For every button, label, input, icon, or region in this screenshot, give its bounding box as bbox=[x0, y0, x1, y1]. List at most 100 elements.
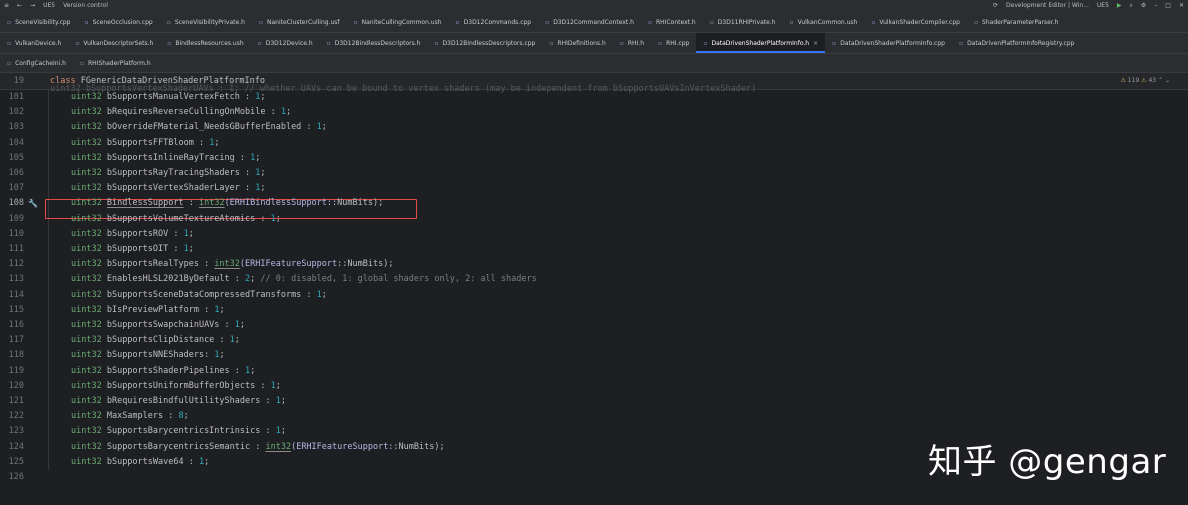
code-line[interactable]: 118 uint32 bSupportsNNEShaders: 1; bbox=[0, 348, 1188, 363]
file-tab[interactable]: ▫ DataDrivenShaderPlatformInfo.h × bbox=[696, 33, 826, 53]
chevron-up-icon[interactable]: ⌃ bbox=[1158, 77, 1163, 84]
file-tab[interactable]: ▫ D3D12Commands.cpp bbox=[449, 12, 539, 32]
code-line[interactable]: 121 uint32 bRequiresBindfulUtilityShaders… bbox=[0, 394, 1188, 409]
close-icon[interactable]: ✕ bbox=[1175, 0, 1188, 12]
code-line[interactable]: 114 uint32 bSupportsSceneDataCompressedTr… bbox=[0, 288, 1188, 303]
file-tab[interactable]: ▫ RHIContext.h bbox=[641, 12, 703, 32]
file-tab[interactable]: ▫ BindlessResources.ush bbox=[160, 33, 250, 53]
code-line[interactable]: 111 uint32 bSupportsOIT : 1; bbox=[0, 242, 1188, 257]
code-line[interactable]: 109 uint32 bSupportsVolumeTextureAtomics … bbox=[0, 212, 1188, 227]
code-token: ; bbox=[275, 213, 281, 224]
maximize-icon[interactable]: □ bbox=[1161, 0, 1175, 12]
file-tab[interactable]: ▫ VulkanDevice.h bbox=[0, 33, 68, 53]
close-tab-icon[interactable]: × bbox=[813, 40, 818, 47]
code-line[interactable]: 101 uint32 bSupportsManualVertexFetch : 1… bbox=[0, 90, 1188, 105]
code-token: (ERHIFeatureSupport:: bbox=[291, 441, 399, 452]
code-line[interactable]: 106 uint32 bSupportsRayTracingShaders : 1… bbox=[0, 166, 1188, 181]
code-line[interactable]: 102 uint32 bRequiresReverseCullingOnMobil… bbox=[0, 105, 1188, 120]
file-tab[interactable]: ▫ DataDrivenPlatformInfoRegistry.cpp bbox=[952, 33, 1081, 53]
line-number: 124 bbox=[8, 441, 24, 452]
file-tab[interactable]: ▫ ConfigCacheIni.h bbox=[0, 54, 73, 72]
file-tab-label: VulkanCommon.ush bbox=[797, 18, 858, 26]
code-token: ); bbox=[372, 198, 384, 209]
code-line[interactable]: 115 uint32 bIsPreviewPlatform : 1; bbox=[0, 303, 1188, 318]
code-text: uint32 bSupportsOIT : 1; bbox=[71, 242, 194, 257]
code-token: ; bbox=[321, 122, 327, 133]
gear-icon[interactable]: ⚙ bbox=[1137, 0, 1150, 12]
menu-icon[interactable]: ≡ bbox=[0, 0, 13, 12]
file-icon: ▫ bbox=[167, 39, 172, 47]
line-number: 108 bbox=[8, 198, 24, 209]
file-tab[interactable]: ▫ D3D12CommandContext.h bbox=[538, 12, 641, 32]
title-bar: ≡ ← → UE5 Version control ⟳ Development … bbox=[0, 0, 1188, 12]
code-line[interactable]: 104 uint32 bSupportsFFTBloom : 1; bbox=[0, 136, 1188, 151]
code-line[interactable]: 103 uint32 bOverrideFMaterial_NeedsGBuffe… bbox=[0, 120, 1188, 135]
project-selector[interactable]: UE5 bbox=[39, 0, 59, 12]
file-tab[interactable]: ▫ RHI.cpp bbox=[651, 33, 696, 53]
file-tab[interactable]: ▫ RHIShaderPlatform.h bbox=[73, 54, 158, 72]
code-line[interactable]: 108 🔧 uint32 BindlessSupport : int32(ERHIB… bbox=[0, 196, 1188, 211]
code-token: uint32 bbox=[71, 274, 102, 285]
code-line[interactable]: 117 uint32 bSupportsClipDistance : 1; bbox=[0, 333, 1188, 348]
file-tab[interactable]: ▫ D3D12BindlessDescriptors.h bbox=[320, 33, 428, 53]
code-line[interactable]: 107 uint32 bSupportsVertexShaderLayer : 1… bbox=[0, 181, 1188, 196]
code-token: bSupportsVertexShaderLayer : bbox=[101, 183, 256, 194]
run-config-selector[interactable]: Development Editor | Win... bbox=[1002, 0, 1093, 12]
code-text: uint32 bSupportsWave64 : 1; bbox=[71, 455, 209, 470]
code-line[interactable]: 112 uint32 bSupportsRealTypes : int32(ERH… bbox=[0, 257, 1188, 272]
file-tab[interactable]: ▫ RHI.h bbox=[613, 33, 651, 53]
code-text: uint32 SupportsBarycentricsSemantic : in… bbox=[71, 440, 445, 455]
file-tab[interactable]: ▫ VulkanCommon.ush bbox=[783, 12, 865, 32]
file-tab[interactable]: ▫ NaniteCullingCommon.ush bbox=[347, 12, 449, 32]
file-tab[interactable]: ▫ ShaderParameterParser.h bbox=[967, 12, 1065, 32]
file-tab[interactable]: ▫ VulkanShaderCompiler.cpp bbox=[864, 12, 967, 32]
back-icon[interactable]: ← bbox=[13, 0, 26, 12]
file-tab[interactable]: ▫ SceneOcclusion.cpp bbox=[77, 12, 159, 32]
file-tab[interactable]: ▫ RHIDefinitions.h bbox=[542, 33, 612, 53]
version-control-menu[interactable]: Version control bbox=[59, 0, 112, 12]
file-tab[interactable]: ▫ NaniteClusterCulling.usf bbox=[252, 12, 347, 32]
file-tab-label: D3D12BindlessDescriptors.h bbox=[334, 39, 421, 47]
line-number: 115 bbox=[8, 304, 24, 315]
file-tab[interactable]: ▫ D3D12Device.h bbox=[251, 33, 320, 53]
line-number: 126 bbox=[8, 472, 24, 482]
code-line[interactable]: 105 uint32 bSupportsInlineRayTracing : 1; bbox=[0, 151, 1188, 166]
warning-count: 119 bbox=[1127, 77, 1140, 84]
chevron-down-icon[interactable]: ⌄ bbox=[1165, 77, 1170, 84]
line-number: 111 bbox=[8, 244, 24, 254]
code-line[interactable]: 116 uint32 bSupportsSwapchainUAVs : 1; bbox=[0, 318, 1188, 333]
wrench-icon[interactable]: 🔧 bbox=[28, 196, 38, 211]
code-line[interactable]: 110 uint32 bSupportsROV : 1; bbox=[0, 227, 1188, 242]
search-icon[interactable]: ⌕ bbox=[1126, 0, 1137, 12]
code-token: SupportsBarycentricsSemantic : bbox=[101, 441, 266, 452]
target-selector[interactable]: UE5 bbox=[1093, 0, 1113, 12]
file-tab[interactable]: ▫ DataDrivenShaderPlatformInfo.cpp bbox=[825, 33, 952, 53]
file-tab[interactable]: ▫ VulkanDescriptorSets.h bbox=[68, 33, 160, 53]
inspection-widget[interactable]: ⚠ 119 ⚠ 43 ⌃ ⌄ bbox=[1120, 73, 1170, 89]
code-text: uint32 bSupportsManualVertexFetch : 1; bbox=[71, 90, 266, 105]
file-tab[interactable]: ▫ D3D12BindlessDescriptors.cpp bbox=[427, 33, 542, 53]
file-tab-label: VulkanDescriptorSets.h bbox=[83, 39, 154, 47]
file-icon: ▫ bbox=[84, 18, 89, 26]
file-tab-label: DataDrivenShaderPlatformInfo.cpp bbox=[840, 39, 945, 47]
minimize-icon[interactable]: – bbox=[1150, 0, 1161, 12]
run-icon[interactable]: ▶ bbox=[1113, 0, 1126, 12]
file-tab[interactable]: ▫ SceneVisibilityPrivate.h bbox=[160, 12, 252, 32]
file-tab[interactable]: ▫ SceneVisibility.cpp bbox=[0, 12, 77, 32]
code-line[interactable]: 122 uint32 MaxSamplers : 8; bbox=[0, 409, 1188, 424]
line-number: 117 bbox=[8, 335, 24, 346]
line-number: 112 bbox=[8, 259, 24, 270]
line-number: 121 bbox=[8, 396, 24, 406]
sync-icon[interactable]: ⟳ bbox=[989, 0, 1002, 12]
line-number: 106 bbox=[8, 168, 24, 178]
forward-icon[interactable]: → bbox=[26, 0, 39, 12]
file-tab[interactable]: ▫ D3D11RHIPrivate.h bbox=[703, 12, 783, 32]
code-line[interactable]: 119 uint32 bSupportsShaderPipelines : 1; bbox=[0, 364, 1188, 379]
code-line[interactable]: 120 uint32 bSupportsUniformBufferObjects … bbox=[0, 379, 1188, 394]
file-icon: ▫ bbox=[455, 18, 460, 26]
code-token: int32 bbox=[214, 259, 240, 270]
code-line[interactable]: 113 uint32 EnablesHLSL2021ByDefault : 2; … bbox=[0, 272, 1188, 287]
code-token: ); bbox=[434, 441, 445, 452]
code-token: bSupportsOIT : bbox=[101, 244, 184, 254]
code-token: ; bbox=[234, 335, 240, 346]
